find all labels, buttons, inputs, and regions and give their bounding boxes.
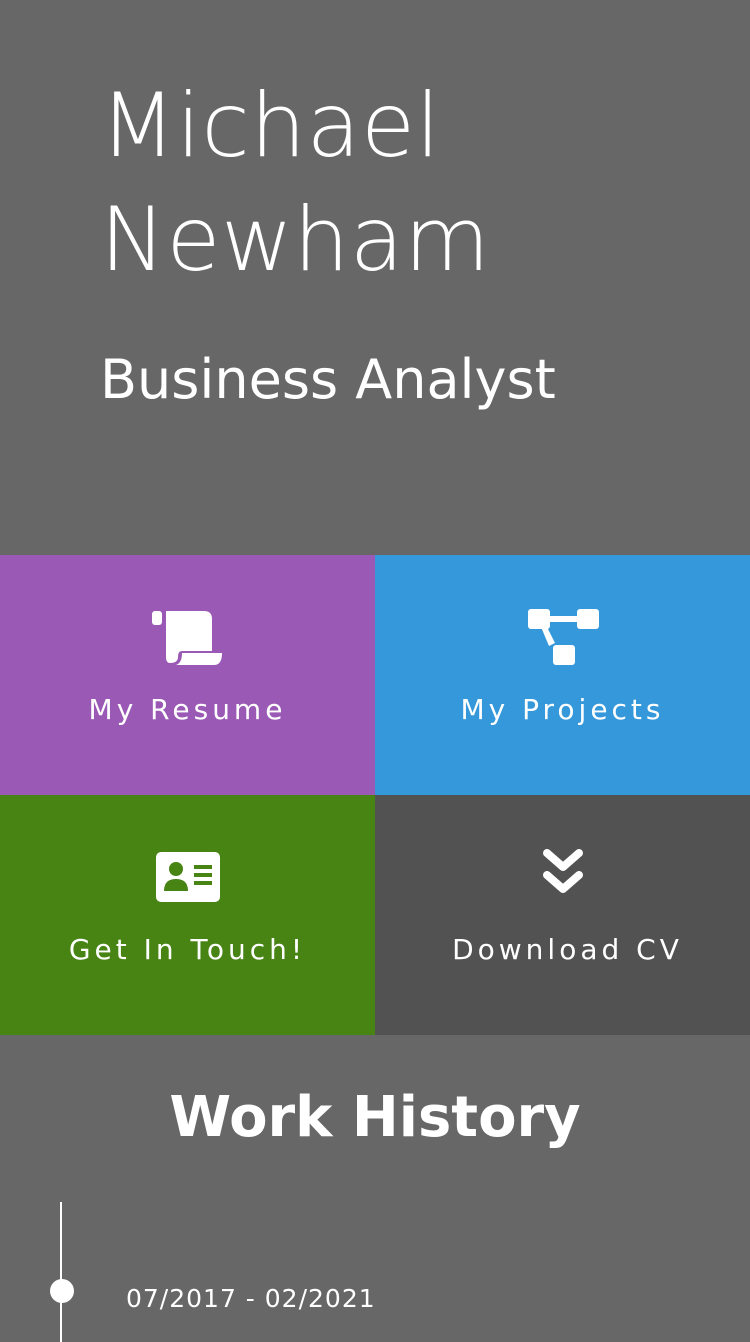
- nav-tiles: My Resume My Projects Get In Touch! Down…: [0, 555, 750, 1035]
- project-diagram-icon: [527, 607, 599, 667]
- hero-section: Michael Newham Business Analyst: [0, 0, 750, 555]
- contact-tile[interactable]: Get In Touch!: [0, 795, 375, 1035]
- work-history-title: Work History: [169, 1085, 581, 1150]
- projects-tile[interactable]: My Projects: [375, 555, 750, 795]
- name-last: Newham: [100, 188, 491, 291]
- resume-tile[interactable]: My Resume: [0, 555, 375, 795]
- timeline-line: [60, 1202, 62, 1342]
- download-cv-label: Download CV: [452, 933, 683, 966]
- double-chevron-down-icon: [527, 847, 599, 907]
- contact-card-icon: [152, 847, 224, 907]
- resume-label: My Resume: [88, 693, 287, 726]
- work-history-section: Work History 07/2017 - 02/2021: [0, 1035, 750, 1342]
- download-cv-tile[interactable]: Download CV: [375, 795, 750, 1035]
- name-first: Michael: [100, 74, 441, 177]
- job-title: Business Analyst: [100, 348, 556, 411]
- timeline-entry-dates: 07/2017 - 02/2021: [126, 1284, 376, 1313]
- scroll-icon: [151, 607, 224, 667]
- timeline-dot: [50, 1279, 74, 1303]
- contact-label: Get In Touch!: [68, 933, 307, 966]
- projects-label: My Projects: [460, 693, 665, 726]
